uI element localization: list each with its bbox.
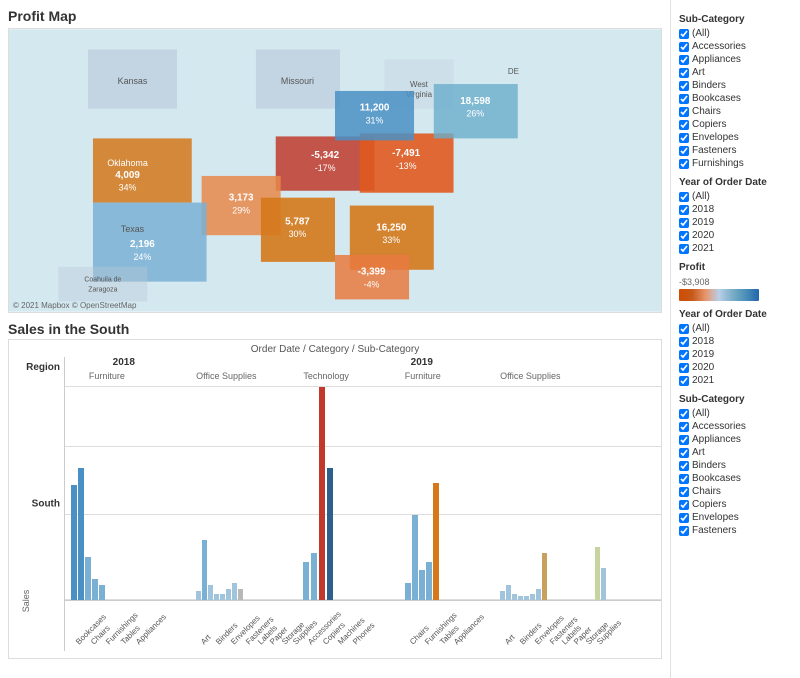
filter-item[interactable]: Appliances — [679, 54, 792, 65]
filter-item[interactable]: Accessories — [679, 421, 792, 432]
sales-south-title: Sales in the South — [8, 321, 662, 337]
filter-item[interactable]: Chairs — [679, 106, 792, 117]
filter-item[interactable]: (All) — [679, 191, 792, 202]
filter-item[interactable]: 2021 — [679, 375, 792, 386]
year-filter-bottom: (All) 2018 2019 2020 2021 — [679, 323, 792, 386]
filter-item[interactable]: Binders — [679, 460, 792, 471]
filter-item[interactable]: Bookcases — [679, 473, 792, 484]
filter-item[interactable]: (All) — [679, 408, 792, 419]
cat-office-2018: Office Supplies — [196, 371, 256, 381]
svg-text:31%: 31% — [366, 116, 384, 126]
region-value: South — [32, 499, 60, 510]
svg-text:18,598: 18,598 — [460, 96, 491, 107]
cat-furniture-2018: Furniture — [89, 371, 125, 381]
filter-item[interactable]: (All) — [679, 28, 792, 39]
svg-text:Texas: Texas — [121, 224, 145, 234]
svg-text:-13%: -13% — [396, 161, 417, 171]
profit-legend: -$3,908 — [679, 277, 792, 301]
filter-item[interactable]: Fasteners — [679, 525, 792, 536]
year-2018-label: 2018 — [113, 357, 135, 368]
svg-text:29%: 29% — [232, 205, 250, 215]
svg-text:-3,399: -3,399 — [358, 267, 386, 278]
filter-item[interactable]: Furnishings — [679, 158, 792, 169]
bar-machines-2018 — [319, 387, 325, 600]
svg-text:Missouri: Missouri — [281, 76, 314, 86]
filter-item[interactable]: 2019 — [679, 349, 792, 360]
filter-item[interactable]: (All) — [679, 323, 792, 334]
bar-chairs-2018 — [78, 468, 84, 600]
svg-text:11,200: 11,200 — [360, 103, 390, 114]
filter-item[interactable]: Art — [679, 447, 792, 458]
profit-map-title: Profit Map — [8, 8, 662, 24]
subcat-title-top: Sub-Category — [679, 14, 792, 25]
filter-item[interactable]: Fasteners — [679, 145, 792, 156]
svg-text:Coahuila de: Coahuila de — [84, 277, 121, 284]
svg-text:Oklahoma: Oklahoma — [107, 158, 148, 168]
svg-text:-4%: -4% — [364, 280, 380, 290]
sidebar: Sub-Category (All) Accessories Appliances A… — [670, 0, 800, 678]
svg-text:3,173: 3,173 — [229, 193, 254, 204]
profit-legend-title: Profit — [679, 262, 792, 273]
filter-item[interactable]: Envelopes — [679, 132, 792, 143]
filter-item[interactable]: Envelopes — [679, 512, 792, 523]
svg-text:30%: 30% — [289, 229, 307, 239]
filter-item[interactable]: 2018 — [679, 336, 792, 347]
svg-text:2,196: 2,196 — [130, 239, 155, 250]
map-svg: Kansas Missouri West Virginia Oklahoma 4… — [9, 29, 661, 312]
svg-text:16,250: 16,250 — [376, 222, 407, 233]
filter-item[interactable]: Copiers — [679, 119, 792, 130]
svg-text:5,787: 5,787 — [285, 216, 310, 227]
filter-item[interactable]: 2021 — [679, 243, 792, 254]
svg-text:-17%: -17% — [315, 163, 336, 173]
map-section: Kansas Missouri West Virginia Oklahoma 4… — [8, 28, 662, 313]
profit-min-value: -$3,908 — [679, 277, 710, 287]
svg-text:24%: 24% — [133, 252, 151, 262]
filter-item[interactable]: 2018 — [679, 204, 792, 215]
year-title-bottom: Year of Order Date — [679, 309, 792, 320]
chart-section: Order Date / Category / Sub-Category Reg… — [8, 339, 662, 659]
year-filter-top: (All) 2018 2019 2020 2021 — [679, 191, 792, 254]
year-title-top: Year of Order Date — [679, 177, 792, 188]
bar-bookcases-2018 — [71, 485, 77, 600]
bar-furnishings-2018 — [85, 557, 91, 600]
filter-item[interactable]: Appliances — [679, 434, 792, 445]
subcat-title-bottom: Sub-Category — [679, 394, 792, 405]
svg-text:Zaragoza: Zaragoza — [88, 287, 117, 294]
filter-item[interactable]: Accessories — [679, 41, 792, 52]
bar-appliances-2018 — [99, 585, 105, 600]
filter-item[interactable]: 2019 — [679, 217, 792, 228]
svg-text:West: West — [410, 80, 429, 89]
y-axis-label: Sales — [21, 576, 31, 626]
profit-gradient-bar — [679, 289, 759, 301]
cat-office-2019: Office Supplies — [500, 371, 560, 381]
map-copyright: © 2021 Mapbox © OpenStreetMap — [13, 301, 136, 310]
chart-header: Order Date / Category / Sub-Category — [9, 344, 661, 355]
bar-tables-2018 — [92, 579, 98, 600]
filter-item[interactable]: Binders — [679, 80, 792, 91]
svg-text:33%: 33% — [382, 235, 400, 245]
cat-furniture-2019: Furniture — [405, 371, 441, 381]
year-2019-label: 2019 — [411, 357, 433, 368]
svg-text:-5,342: -5,342 — [311, 150, 339, 161]
svg-text:-7,491: -7,491 — [392, 148, 420, 159]
region-header: Region — [26, 362, 60, 373]
main-content: Profit Map Kansas Missouri West Virginia… — [0, 0, 670, 678]
subcat-filter-top: (All) Accessories Appliances Art Binders Book… — [679, 28, 792, 169]
filter-item[interactable]: 2020 — [679, 230, 792, 241]
cat-tech-2018: Technology — [303, 371, 349, 381]
svg-text:Kansas: Kansas — [118, 76, 148, 86]
svg-text:26%: 26% — [466, 109, 484, 119]
filter-item[interactable]: Bookcases — [679, 93, 792, 104]
svg-text:4,009: 4,009 — [115, 170, 140, 181]
svg-text:34%: 34% — [119, 183, 137, 193]
filter-item[interactable]: Chairs — [679, 486, 792, 497]
filter-item[interactable]: 2020 — [679, 362, 792, 373]
subcat-filter-bottom: (All) Accessories Appliances Art Binders Book… — [679, 408, 792, 536]
filter-item[interactable]: Art — [679, 67, 792, 78]
svg-text:DE: DE — [508, 67, 519, 76]
filter-item[interactable]: Copiers — [679, 499, 792, 510]
